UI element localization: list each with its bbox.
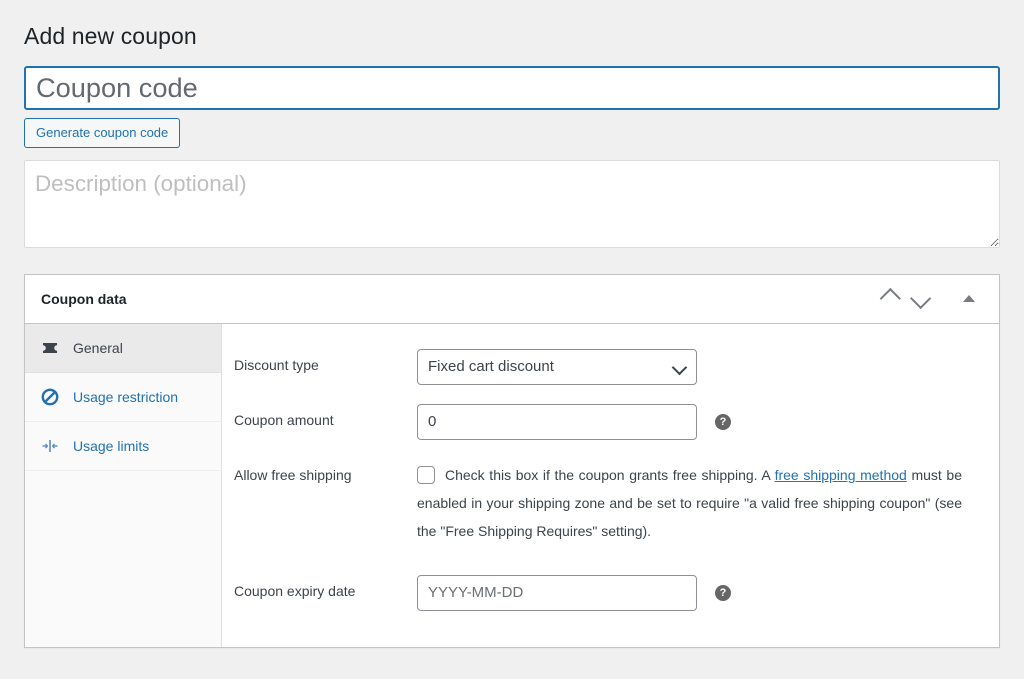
free-shipping-control: Check this box if the coupon grants free… [417,459,967,545]
coupon-code-input[interactable] [24,66,1000,110]
coupon-code-row [24,66,1000,110]
tab-usage-limits[interactable]: Usage limits [25,422,221,471]
discount-type-select[interactable]: Fixed cart discount [417,349,697,385]
free-shipping-method-link[interactable]: free shipping method [775,467,907,483]
expiry-date-label: Coupon expiry date [234,575,417,602]
tab-usage-limits-label: Usage limits [73,438,149,454]
toggle-panel-button[interactable] [953,283,985,315]
panel-body: General Usage restriction [25,324,999,647]
panel-header: Coupon data [25,275,999,324]
page-title: Add new coupon [24,0,1000,66]
coupon-amount-label: Coupon amount [234,404,417,431]
coupon-data-panel: Coupon data [24,274,1000,648]
description-row [24,160,1000,248]
panel-title: Coupon data [41,291,871,307]
generate-coupon-code-button[interactable]: Generate coupon code [24,118,180,148]
free-shipping-description: Check this box if the coupon grants free… [417,461,962,545]
general-panel: Discount type Fixed cart discount Coupon… [222,324,999,647]
panel-header-actions [871,283,985,315]
limits-icon [39,435,61,457]
description-textarea[interactable] [24,160,1000,248]
chevron-up-icon [879,288,900,309]
tab-usage-restriction[interactable]: Usage restriction [25,373,221,422]
free-shipping-checkbox[interactable] [417,466,435,484]
add-coupon-page: Add new coupon Generate coupon code Coup… [0,0,1024,679]
discount-type-control: Fixed cart discount [417,349,967,385]
tab-general-link[interactable]: General [25,324,221,372]
coupon-amount-control: ? [417,404,967,440]
free-shipping-text-before: Check this box if the coupon grants free… [445,467,775,483]
coupon-amount-help-icon[interactable]: ? [715,414,731,430]
tab-usage-restriction-link[interactable]: Usage restriction [25,373,221,421]
triangle-up-icon [963,295,975,302]
blocked-icon [39,386,61,408]
chevron-down-icon [910,288,931,309]
move-down-button[interactable] [907,283,939,315]
tab-usage-restriction-label: Usage restriction [73,389,178,405]
tab-general-label: General [73,340,123,356]
expiry-date-help-icon[interactable]: ? [715,585,731,601]
coupon-amount-input[interactable] [417,404,697,440]
discount-type-label: Discount type [234,349,417,376]
coupon-amount-field: Coupon amount ? [234,399,987,445]
expiry-date-control: ? [417,575,967,611]
ticket-icon [39,337,61,359]
discount-type-field: Discount type Fixed cart discount [234,344,987,390]
tab-usage-limits-link[interactable]: Usage limits [25,422,221,470]
expiry-date-input[interactable] [417,575,697,611]
expiry-date-field: Coupon expiry date ? [234,570,987,616]
coupon-data-tabs: General Usage restriction [25,324,222,647]
free-shipping-field: Allow free shipping Check this box if th… [234,454,987,550]
free-shipping-label: Allow free shipping [234,459,417,486]
move-up-button[interactable] [871,283,903,315]
tab-general[interactable]: General [25,324,221,373]
